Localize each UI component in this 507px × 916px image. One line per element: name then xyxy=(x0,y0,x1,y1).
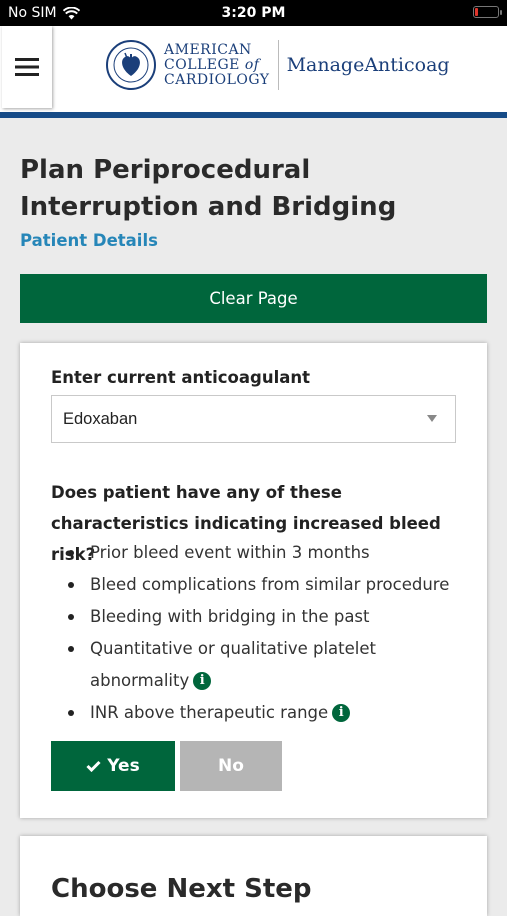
org-line-1: AMERICAN xyxy=(164,41,252,58)
list-item: Prior bleed event within 3 months xyxy=(51,537,461,569)
org-line-2: COLLEGE of xyxy=(164,56,260,73)
anticoagulant-select[interactable]: Edoxaban xyxy=(51,395,456,443)
acc-seal-icon xyxy=(106,40,156,90)
patient-details-link[interactable]: Patient Details xyxy=(20,231,158,250)
clear-page-button[interactable]: Clear Page xyxy=(20,274,487,323)
hamburger-menu-button[interactable] xyxy=(2,26,52,108)
anticoagulant-card: Enter current anticoagulant Edoxaban Doe… xyxy=(20,343,487,818)
hamburger-menu-icon xyxy=(15,58,39,76)
list-item: INR above therapeutic range i xyxy=(51,697,461,729)
acc-wordmark: AMERICAN COLLEGE of CARDIOLOGY xyxy=(164,41,270,88)
bleed-risk-list: Prior bleed event within 3 months Bleed … xyxy=(51,537,461,729)
yes-label: Yes xyxy=(107,756,140,776)
dropdown-caret-icon xyxy=(427,415,437,422)
clock: 3:20 PM xyxy=(221,5,286,21)
brand-logo[interactable]: AMERICAN COLLEGE of CARDIOLOGY ManageAnt… xyxy=(106,40,450,90)
app-name: ManageAnticoag xyxy=(286,54,450,76)
anticoagulant-selected-value: Edoxaban xyxy=(63,410,138,428)
app-header: AMERICAN COLLEGE of CARDIOLOGY ManageAnt… xyxy=(0,26,507,112)
battery-icon xyxy=(473,6,502,18)
check-icon xyxy=(86,760,101,772)
info-icon[interactable]: i xyxy=(193,672,212,690)
next-step-card: Choose Next Step xyxy=(20,836,487,916)
no-button[interactable]: No xyxy=(180,741,282,791)
no-label: No xyxy=(218,756,244,776)
yes-button[interactable]: Yes xyxy=(51,741,175,791)
org-line-3: CARDIOLOGY xyxy=(164,71,270,88)
anticoagulant-label: Enter current anticoagulant xyxy=(51,368,311,387)
header-divider xyxy=(0,112,507,118)
brand-divider xyxy=(277,40,279,90)
list-item: Bleeding with bridging in the past xyxy=(51,601,461,633)
info-icon[interactable]: i xyxy=(332,704,351,722)
list-item: Quantitative or qualitative platelet abn… xyxy=(51,633,461,697)
status-bar: No SIM 3:20 PM xyxy=(0,0,507,26)
list-item: Bleed complications from similar procedu… xyxy=(51,569,461,601)
page-title: Plan Periprocedural Interruption and Bri… xyxy=(20,155,397,222)
